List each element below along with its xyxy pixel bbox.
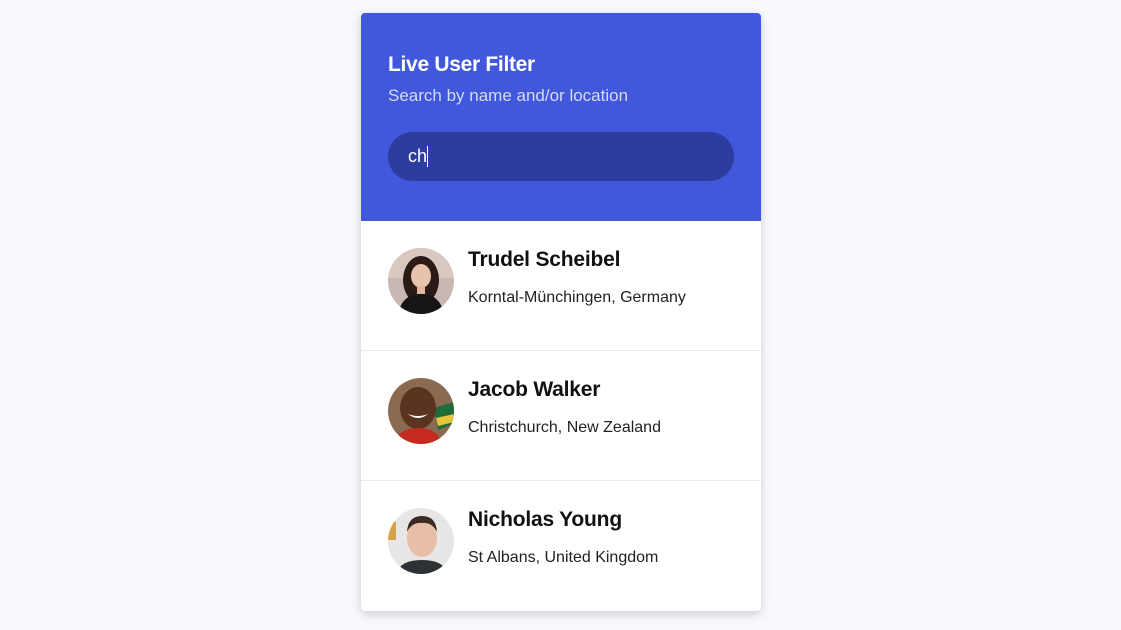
avatar-woman-icon [388,248,454,314]
user-location: Christchurch, New Zealand [468,419,661,436]
search-input[interactable] [408,146,714,167]
list-item[interactable]: Jacob Walker Christchurch, New Zealand [361,351,761,481]
avatar-man-smiling-icon [388,378,454,444]
search-box[interactable] [388,132,734,181]
list-item[interactable]: Trudel Scheibel Korntal-Münchingen, Germ… [361,221,761,351]
avatar [388,508,454,574]
user-name: Trudel Scheibel [468,248,621,271]
user-location: St Albans, United Kingdom [468,549,659,566]
user-filter-card: Live User Filter Search by name and/or l… [361,13,761,611]
avatar [388,248,454,314]
user-list: Trudel Scheibel Korntal-Münchingen, Germ… [361,221,761,611]
user-name: Nicholas Young [468,508,622,531]
user-location: Korntal-Münchingen, Germany [468,289,686,306]
filter-header: Live User Filter Search by name and/or l… [361,13,761,221]
avatar [388,378,454,444]
text-caret [427,146,428,167]
page-subtitle: Search by name and/or location [388,86,629,105]
list-item[interactable]: Nicholas Young St Albans, United Kingdom [361,481,761,611]
avatar-man-short-hair-icon [388,508,454,574]
page-title: Live User Filter [388,53,535,76]
user-name: Jacob Walker [468,378,601,401]
